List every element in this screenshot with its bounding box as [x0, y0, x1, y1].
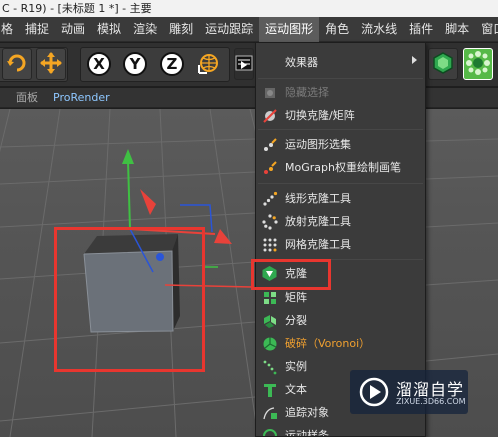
mograph-fracture-icon: [465, 50, 491, 79]
menu-separator: [258, 78, 423, 79]
radial-clone-label: 放射克隆工具: [285, 215, 351, 228]
menu-window[interactable]: 窗口: [475, 17, 498, 42]
move-button[interactable]: [36, 48, 66, 80]
cloner-highlight-box: [251, 259, 331, 290]
menu-grid[interactable]: 格: [0, 17, 19, 42]
cube-highlight-box: [54, 227, 205, 372]
mospline-label: 运动样条: [285, 429, 329, 437]
mograph-cloner-button[interactable]: [428, 48, 458, 80]
menu-mograph[interactable]: 运动图形: [259, 17, 320, 42]
text-icon: [261, 381, 278, 398]
toggle-clone-icon: [261, 107, 278, 124]
text-label: 文本: [285, 383, 307, 396]
effectors-label: 效果器: [285, 56, 318, 69]
voronoi-fracture-label: 破碎（Voronoi）: [285, 337, 371, 350]
menu-item-fracture[interactable]: 分裂: [256, 309, 425, 332]
menu-separator: [258, 129, 423, 130]
menu-item-effectors[interactable]: 效果器: [256, 51, 425, 74]
main-menubar: 格 捕捉 动画 模拟 渲染 雕刻 运动跟踪 运动图形 角色 流水线 插件 脚本 …: [0, 17, 498, 42]
tracer-label: 追踪对象: [285, 406, 329, 419]
weight-paint-brush-icon: [261, 159, 278, 176]
menu-render[interactable]: 渲染: [127, 17, 163, 42]
panel-menu[interactable]: 面板: [16, 88, 38, 108]
menu-character[interactable]: 角色: [319, 17, 355, 42]
submenu-arrow-icon: [412, 56, 417, 64]
menu-item-hide-selection[interactable]: 隐藏选择: [256, 81, 425, 104]
matrix-icon: [261, 289, 278, 306]
tracer-icon: [261, 404, 278, 421]
weight-paint-label: MoGraph权重绘制画笔: [285, 161, 401, 174]
y-axis-label: Y: [123, 52, 147, 76]
menu-animation[interactable]: 动画: [55, 17, 91, 42]
menu-pipeline[interactable]: 流水线: [355, 17, 403, 42]
linear-clone-icon: [261, 190, 278, 207]
menu-item-mospline[interactable]: 运动样条: [256, 424, 425, 437]
menu-script[interactable]: 脚本: [439, 17, 475, 42]
menu-sculpt[interactable]: 雕刻: [163, 17, 199, 42]
hide-selection-icon: [261, 84, 278, 101]
menu-motion-tracking[interactable]: 运动跟踪: [199, 17, 259, 42]
world-coordinates-icon: [196, 50, 222, 79]
rotate-button[interactable]: [2, 48, 32, 80]
voronoi-fracture-icon: [261, 335, 278, 352]
linear-clone-label: 线形克隆工具: [285, 192, 351, 205]
menu-item-radial-clone[interactable]: 放射克隆工具: [256, 210, 425, 233]
toggle-clone-label: 切换克隆/矩阵: [285, 109, 355, 122]
mograph-selection-label: 运动图形选集: [285, 138, 351, 151]
menu-snap[interactable]: 捕捉: [19, 17, 55, 42]
hide-selection-label: 隐藏选择: [285, 86, 329, 99]
watermark-url: ZIXUE.3D66.COM: [396, 397, 466, 406]
mospline-icon: [261, 427, 278, 436]
fracture-icon: [261, 312, 278, 329]
x-axis-label: X: [87, 52, 111, 76]
menu-item-toggle-clone[interactable]: 切换克隆/矩阵: [256, 104, 425, 127]
grid-clone-icon: [261, 236, 278, 253]
move-icon: [39, 51, 63, 78]
menu-separator: [258, 183, 423, 184]
mograph-fracture-button[interactable]: [463, 48, 493, 80]
menu-simulate[interactable]: 模拟: [91, 17, 127, 42]
matrix-label: 矩阵: [285, 291, 307, 304]
menu-plugins[interactable]: 插件: [403, 17, 439, 42]
instance-icon: [261, 358, 278, 375]
rotate-icon: [5, 51, 29, 78]
play-logo-icon: [358, 377, 390, 407]
z-axis-label: Z: [160, 52, 184, 76]
watermark-logo: 溜溜自学 ZIXUE.3D66.COM: [350, 370, 468, 414]
menu-item-grid-clone[interactable]: 网格克隆工具: [256, 233, 425, 256]
prorender-menu[interactable]: ProRender: [53, 88, 110, 108]
radial-clone-icon: [261, 213, 278, 230]
render-view-button[interactable]: [234, 48, 254, 80]
world-coordinates-button[interactable]: [196, 49, 222, 79]
z-axis-lock-button[interactable]: Z: [159, 49, 185, 79]
x-axis-lock-button[interactable]: X: [86, 49, 112, 79]
mograph-cloner-icon: [431, 51, 455, 78]
menu-item-weight-paint[interactable]: MoGraph权重绘制画笔: [256, 156, 425, 179]
y-axis-lock-button[interactable]: Y: [122, 49, 148, 79]
instance-label: 实例: [285, 360, 307, 373]
window-title: C - R19) - [未标题 1 *] - 主要: [0, 0, 498, 17]
menu-item-mograph-selection[interactable]: 运动图形选集: [256, 133, 425, 156]
fracture-label: 分裂: [285, 314, 307, 327]
menu-item-linear-clone[interactable]: 线形克隆工具: [256, 187, 425, 210]
grid-clone-label: 网格克隆工具: [285, 238, 351, 251]
menu-item-voronoi-fracture[interactable]: 破碎（Voronoi）: [256, 332, 425, 355]
mograph-selection-icon: [261, 136, 278, 153]
render-view-icon: [235, 52, 253, 77]
